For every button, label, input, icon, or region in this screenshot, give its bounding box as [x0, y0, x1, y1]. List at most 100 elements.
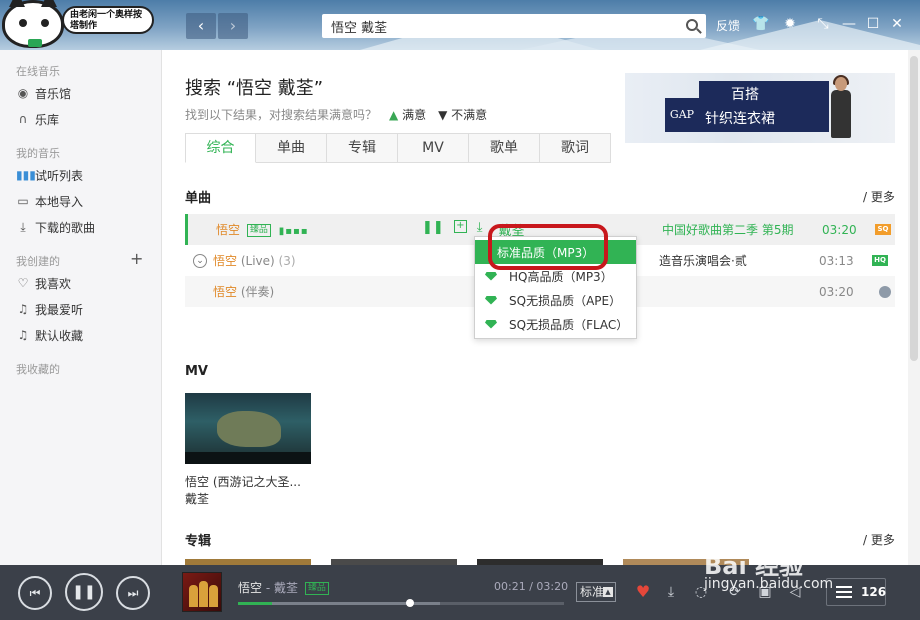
download-icon[interactable]: ⤓: [662, 583, 680, 601]
hq-badge: HQ: [872, 255, 888, 266]
diamond-icon: [485, 319, 497, 329]
forward-button[interactable]: ›: [218, 13, 248, 39]
sidebar-item-trial-list[interactable]: ▮▮▮ 试听列表: [16, 165, 83, 185]
mv-thumbnail[interactable]: [185, 393, 311, 464]
pause-button[interactable]: ❚❚: [65, 573, 103, 611]
add-playlist-button[interactable]: +: [130, 251, 143, 267]
maximize-icon[interactable]: ☐: [864, 15, 882, 33]
comment-icon[interactable]: ◌: [692, 583, 710, 601]
unsatisfied-button[interactable]: ▼ 不满意: [438, 106, 487, 123]
skin-shirt-icon[interactable]: 👕: [752, 15, 770, 33]
mv-title[interactable]: 悟空 (西游记之大圣...: [185, 473, 301, 490]
progress-fill: [238, 602, 273, 605]
diamond-icon: [485, 295, 497, 305]
globe-icon: [879, 285, 891, 298]
close-icon[interactable]: ✕: [888, 15, 906, 33]
quality-tag: 臻品: [304, 582, 329, 595]
satisfied-button[interactable]: ▲ 满意: [389, 106, 426, 123]
music-note-icon: ♫: [17, 328, 29, 342]
albums-more-link[interactable]: / 更多: [863, 531, 895, 548]
bars-icon: ▮▮▮: [16, 168, 36, 182]
tab-lyrics[interactable]: 歌词: [540, 133, 611, 163]
tab-albums[interactable]: 专辑: [327, 133, 398, 163]
playback-time: 00:21 / 03:20: [494, 580, 569, 593]
tab-playlists[interactable]: 歌单: [469, 133, 540, 163]
search-icon[interactable]: [686, 19, 698, 31]
search-input[interactable]: [322, 14, 672, 38]
sidebar-group-created: 我创建的: [16, 255, 60, 268]
tab-songs[interactable]: 单曲: [256, 133, 327, 163]
ad-model-image: [825, 73, 857, 143]
sidebar-item-like[interactable]: ♡ 我喜欢: [16, 273, 71, 293]
sound-quality-button[interactable]: 标准 ▲: [576, 582, 616, 602]
diamond-icon: [485, 271, 497, 281]
heart-icon[interactable]: ♥: [634, 583, 652, 601]
chevron-down-icon[interactable]: ⌄: [193, 253, 207, 268]
songs-section-title: 单曲: [185, 191, 212, 206]
result-tabs: 综合 单曲 专辑 MV 歌单 歌词: [185, 133, 611, 163]
sidebar-group-collected: 我收藏的: [16, 363, 60, 376]
quality-option-sq-flac[interactable]: SQ无损品质（FLAC）: [475, 312, 636, 336]
volume-icon[interactable]: ◁: [786, 583, 804, 601]
disc-icon: ◉: [17, 86, 29, 100]
mv-artist[interactable]: 戴荃: [185, 490, 209, 507]
loop-mode-icon[interactable]: ⟳: [726, 583, 744, 601]
ad-banner[interactable]: GAP 百搭 针织连衣裙: [625, 73, 895, 143]
now-playing-title: 悟空 - 戴荃 臻品: [238, 579, 329, 596]
song-duration: 03:20: [822, 222, 857, 237]
add-to-list-icon[interactable]: +: [453, 220, 467, 233]
feedback-link[interactable]: 反馈: [716, 17, 740, 34]
annotation-highlight-box: [488, 224, 608, 270]
thumb-up-icon: ▲: [389, 108, 399, 122]
sidebar-group-my-music: 我的音乐: [16, 147, 60, 160]
pause-icon[interactable]: ❚❚: [422, 220, 444, 239]
thumb-down-icon: ▼: [438, 108, 448, 122]
sidebar-item-music-hall[interactable]: ◉ 音乐馆: [16, 83, 71, 103]
mini-mode-icon[interactable]: ⤡: [814, 15, 832, 33]
player-bar: ⏮ ❚❚ ⏭: [0, 565, 920, 620]
next-track-button[interactable]: ⏭: [116, 576, 150, 610]
tab-mv[interactable]: MV: [398, 133, 469, 163]
mv-scene: [217, 411, 281, 447]
progress-handle[interactable]: [405, 599, 414, 607]
song-duration: 03:13: [819, 253, 854, 268]
song-title[interactable]: 悟空: [216, 223, 240, 237]
search-feedback: 找到以下结果，对搜索结果满意吗？ ▲ 满意 ▼ 不满意: [185, 106, 488, 123]
album-cover[interactable]: [182, 572, 222, 612]
settings-gear-icon[interactable]: ✹: [781, 15, 799, 33]
songs-more-link[interactable]: / 更多: [863, 188, 895, 205]
playlist-count: 126: [861, 585, 887, 599]
scrollbar-thumb[interactable]: [910, 56, 918, 361]
albums-section-title: 专辑: [185, 534, 212, 549]
scrollbar[interactable]: [908, 50, 920, 565]
list-icon: [836, 586, 852, 598]
search-box: [322, 14, 706, 38]
minimize-icon[interactable]: —: [840, 15, 858, 33]
back-button[interactable]: ‹: [186, 13, 216, 39]
caret-up-icon: ▲: [603, 587, 613, 597]
page-title: 搜索 “悟空 戴荃”: [185, 78, 324, 99]
equalizer-icon: ▮▪▪▪: [278, 226, 309, 237]
song-title[interactable]: 悟空: [213, 254, 237, 268]
logo-sticker: 由老闲一个奥样按 塔制作: [0, 0, 162, 62]
sidebar-item-library[interactable]: ∩ 乐库: [16, 109, 59, 129]
lyrics-icon[interactable]: ▣: [756, 583, 774, 601]
song-title[interactable]: 悟空: [213, 285, 237, 299]
main-content: 搜索 “悟空 戴荃” 找到以下结果，对搜索结果满意吗？ ▲ 满意 ▼ 不满意 G…: [163, 50, 908, 565]
logo-speech-bubble: 由老闲一个奥样按 塔制作: [62, 6, 154, 34]
tab-all[interactable]: 综合: [185, 133, 256, 163]
song-album[interactable]: 中国好歌曲第二季 第5期: [662, 221, 793, 238]
sidebar-item-downloaded[interactable]: ⤓ 下载的歌曲: [16, 217, 95, 237]
previous-track-button[interactable]: ⏮: [18, 576, 52, 610]
sidebar-item-local-import[interactable]: ▭ 本地导入: [16, 191, 83, 211]
progress-bar[interactable]: [238, 599, 564, 607]
quality-option-sq-ape[interactable]: SQ无损品质（APE）: [475, 288, 636, 312]
heart-outline-icon: ♡: [17, 276, 29, 290]
playlist-button[interactable]: 126: [826, 578, 886, 606]
sidebar-group-online: 在线音乐: [16, 65, 60, 78]
song-album[interactable]: 造音乐演唱会·贰: [659, 252, 747, 269]
sidebar-item-default-collection[interactable]: ♫ 默认收藏: [16, 325, 83, 345]
sidebar: 在线音乐 ◉ 音乐馆 ∩ 乐库 我的音乐 ▮▮▮ 试听列表 ▭ 本地导入 ⤓ 下载的歌曲 …: [0, 50, 162, 565]
song-version: (Live): [240, 254, 275, 268]
sidebar-item-love[interactable]: ♫ 我最爱听: [16, 299, 83, 319]
